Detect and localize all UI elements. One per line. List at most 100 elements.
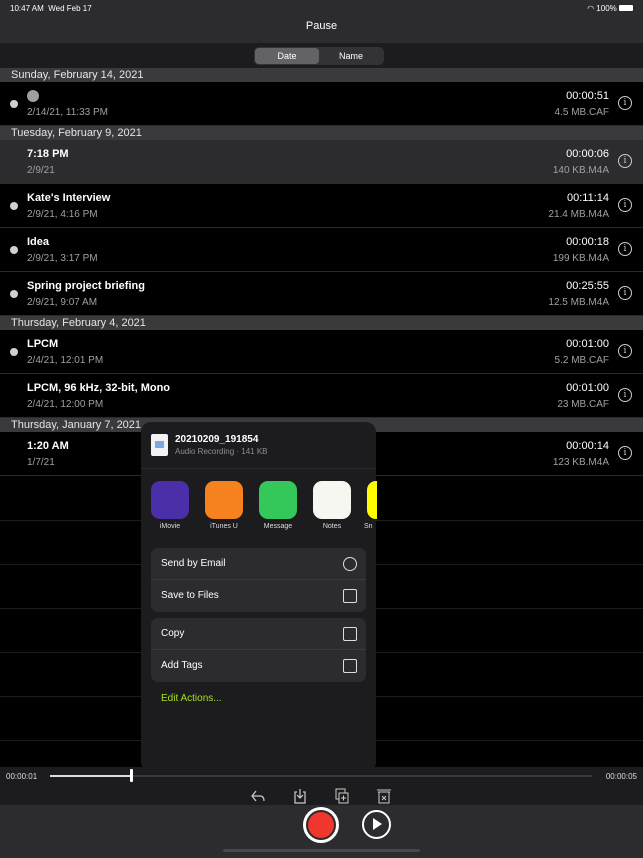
recording-title: LPCM, 96 kHz, 32-bit, Mono	[27, 382, 171, 394]
segment-name[interactable]: Name	[319, 48, 383, 64]
recording-row[interactable]: LPCM 2/4/21, 12:01 PM 00:01:00 5.2 MB.CAF i	[0, 330, 643, 374]
app-label: Message	[263, 523, 293, 530]
app-message-icon[interactable]	[259, 481, 297, 519]
play-button[interactable]	[362, 810, 391, 839]
recording-date: 2/4/21, 12:01 PM	[27, 355, 104, 366]
unplayed-dot-icon	[10, 348, 18, 356]
app-notes-icon[interactable]	[313, 481, 351, 519]
divider	[141, 468, 376, 469]
recording-date: 2/9/21, 4:16 PM	[27, 209, 98, 220]
action-label: Copy	[161, 628, 185, 639]
share-file-meta: Audio Recording · 141 KB	[175, 447, 268, 456]
save-down-icon[interactable]	[292, 788, 308, 804]
audio-file-icon	[151, 434, 168, 456]
nav-bar: Pause	[0, 16, 643, 43]
scrubber-fill	[50, 775, 132, 777]
status-bar: 10:47 AM Wed Feb 17 ◠ 100%	[0, 0, 643, 16]
recording-size: 12.5 MB.M4A	[548, 297, 609, 308]
edit-actions-button[interactable]: Edit Actions...	[161, 693, 222, 704]
recording-date: 2/9/21	[27, 165, 55, 176]
action-save-to-files[interactable]: Save to Files	[151, 580, 366, 612]
recording-size: 5.2 MB.CAF	[554, 355, 609, 366]
recording-size: 199 KB.M4A	[552, 253, 609, 264]
section-header: Sunday, February 14, 2021	[0, 68, 643, 82]
info-icon[interactable]: i	[618, 344, 632, 358]
alien-emoji-icon	[27, 90, 39, 102]
trash-icon[interactable]	[376, 788, 392, 804]
recording-row[interactable]: LPCM, 96 kHz, 32-bit, Mono 2/4/21, 12:00 …	[0, 374, 643, 418]
share-sheet: 20210209_191854 Audio Recording · 141 KB…	[141, 422, 377, 772]
recording-duration: 00:01:00	[566, 382, 609, 394]
segment-date[interactable]: Date	[255, 48, 319, 64]
unplayed-dot-icon	[10, 202, 18, 210]
trim-undo-icon[interactable]	[250, 788, 266, 804]
share-file-name: 20210209_191854	[175, 434, 259, 445]
recording-title: LPCM	[27, 338, 59, 350]
recording-row[interactable]: Spring project briefing 2/9/21, 9:07 AM 00…	[0, 272, 643, 316]
battery-level: 100%	[596, 4, 617, 13]
unplayed-dot-icon	[10, 290, 18, 298]
info-icon[interactable]: i	[618, 388, 632, 402]
copy-icon	[343, 627, 357, 641]
tag-icon	[343, 659, 357, 673]
app-sn-icon[interactable]	[367, 481, 377, 519]
app-label: iMovie	[159, 523, 181, 530]
action-add-tags[interactable]: Add Tags	[151, 650, 366, 682]
duplicate-icon[interactable]	[334, 788, 350, 804]
recording-date: 1/7/21	[27, 457, 55, 468]
recording-row[interactable]: 7:18 PM 2/9/21 00:00:06 140 KB.M4A i	[0, 140, 643, 184]
folder-icon	[343, 589, 357, 603]
recording-duration: 00:11:14	[566, 192, 609, 204]
recording-size: 140 KB.M4A	[552, 165, 609, 176]
nav-title[interactable]: Pause	[306, 20, 337, 32]
record-icon	[308, 812, 334, 838]
unplayed-dot-icon	[10, 100, 18, 108]
current-time: 00:00:01	[6, 772, 38, 781]
info-icon[interactable]: i	[618, 446, 632, 460]
status-date: Wed Feb 17	[48, 4, 92, 13]
action-label: Send by Email	[161, 558, 226, 569]
recording-date: 2/9/21, 9:07 AM	[27, 297, 98, 308]
recording-title: Kate's Interview	[27, 192, 111, 204]
unplayed-dot-icon	[10, 246, 18, 254]
action-label: Save to Files	[161, 590, 219, 601]
recording-title: 1:20 AM	[27, 440, 69, 452]
battery-indicator: ◠ 100%	[587, 4, 633, 13]
recording-row[interactable]: 2/14/21, 11:33 PM 00:00:51 4.5 MB.CAF i	[0, 82, 643, 126]
app-label: Sn	[364, 523, 373, 530]
section-header: Tuesday, February 9, 2021	[0, 126, 643, 140]
home-indicator	[223, 849, 420, 852]
action-copy[interactable]: Copy	[151, 618, 366, 650]
recording-date: 2/14/21, 11:33 PM	[27, 107, 108, 118]
action-send-by-email[interactable]: Send by Email	[151, 548, 366, 580]
recording-row[interactable]: Idea 2/9/21, 3:17 PM 00:00:18 199 KB.M4A i	[0, 228, 643, 272]
info-icon[interactable]: i	[618, 242, 632, 256]
app-itunes-u-icon[interactable]	[205, 481, 243, 519]
status-time: 10:47 AM	[10, 4, 44, 13]
email-icon	[343, 557, 357, 571]
recording-duration: 00:25:55	[566, 280, 609, 292]
recording-duration: 00:00:51	[566, 90, 609, 102]
section-header: Thursday, February 4, 2021	[0, 316, 643, 330]
recording-duration: 00:00:14	[566, 440, 609, 452]
app-label: iTunes U	[210, 523, 238, 530]
info-icon[interactable]: i	[618, 198, 632, 212]
recording-duration: 00:01:00	[566, 338, 609, 350]
info-icon[interactable]: i	[618, 286, 632, 300]
scrubber-thumb[interactable]	[130, 769, 134, 782]
info-icon[interactable]: i	[618, 154, 632, 168]
recording-title: Idea	[27, 236, 50, 248]
recording-size: 21.4 MB.M4A	[548, 209, 609, 220]
action-label: Add Tags	[161, 660, 203, 671]
record-button[interactable]	[303, 807, 339, 843]
recording-title: Spring project briefing	[27, 280, 145, 292]
app-imovie-icon[interactable]	[151, 481, 189, 519]
recording-size: 4.5 MB.CAF	[554, 107, 609, 118]
recording-duration: 00:00:18	[566, 236, 609, 248]
play-icon	[373, 818, 382, 830]
info-icon[interactable]: i	[618, 96, 632, 110]
total-time: 00:00:05	[605, 772, 637, 781]
sort-segmented-control: Date Name	[254, 47, 384, 65]
recording-row[interactable]: Kate's Interview 2/9/21, 4:16 PM 00:11:14 2…	[0, 184, 643, 228]
recording-size: 23 MB.CAF	[557, 399, 609, 410]
